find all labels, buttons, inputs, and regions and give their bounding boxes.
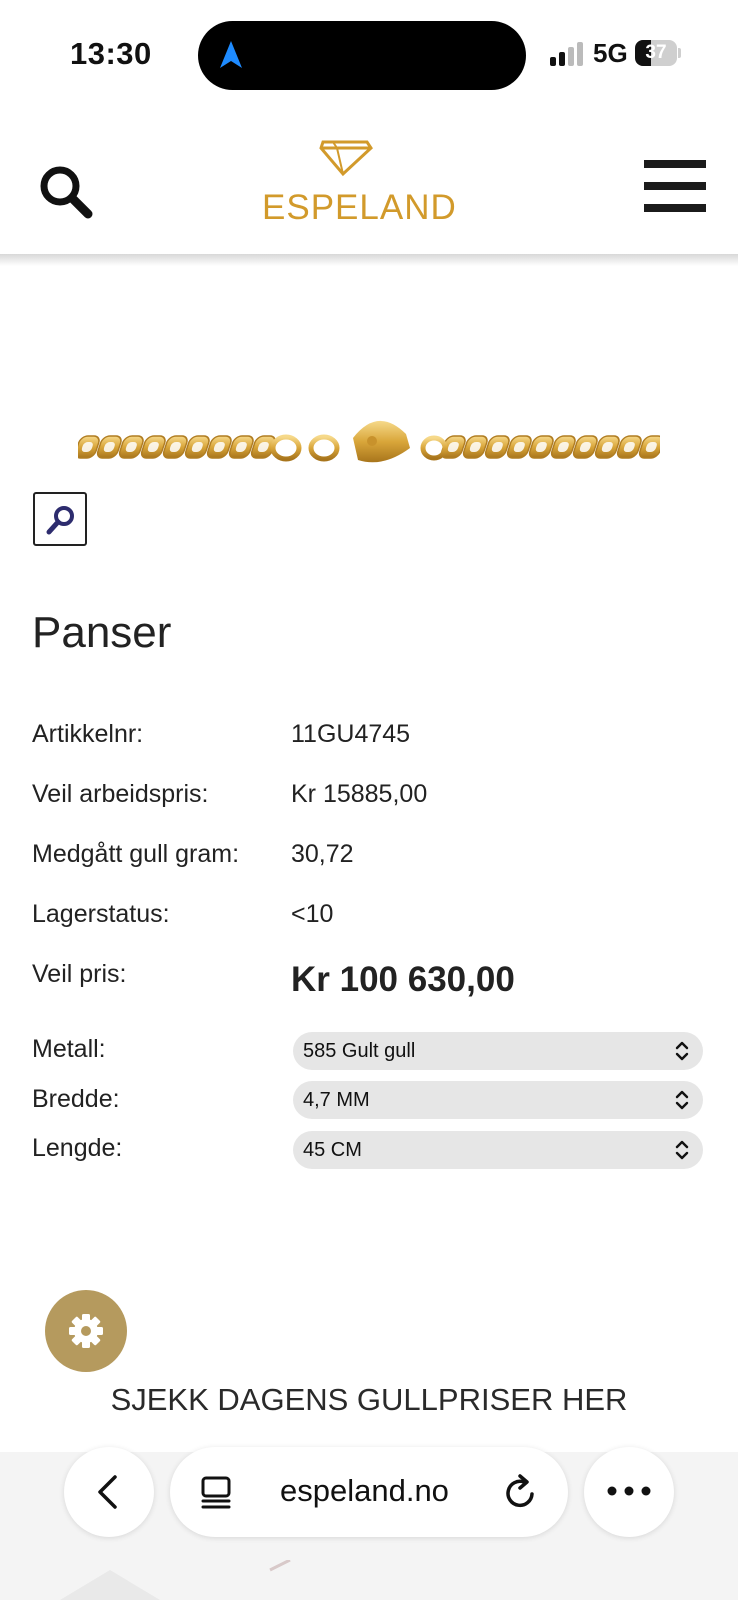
metal-selected-value: 585 Gult gull <box>303 1040 416 1062</box>
page-content-peek <box>60 1560 291 1600</box>
gold-weight-value: 30,72 <box>291 840 354 868</box>
status-bar: 13:30 5G 37 <box>0 0 738 108</box>
search-button[interactable] <box>38 164 96 222</box>
battery-level: 37 <box>645 42 667 63</box>
select-arrows-icon <box>675 1090 689 1110</box>
status-time: 13:30 <box>70 36 152 71</box>
magnifier-icon <box>46 506 74 535</box>
select-arrows-icon <box>675 1140 689 1160</box>
network-label: 5G <box>593 38 628 68</box>
settings-button[interactable] <box>45 1290 127 1372</box>
location-arrow-icon <box>220 41 242 68</box>
width-label: Bredde: <box>32 1085 120 1113</box>
tab-overview-icon <box>201 1476 231 1509</box>
length-selected-value: 45 CM <box>303 1139 362 1161</box>
zoom-button[interactable] <box>33 492 87 546</box>
width-select[interactable]: 4,7 MM <box>293 1081 703 1119</box>
address-bar[interactable]: espeland.no <box>170 1447 568 1537</box>
back-button[interactable] <box>64 1447 154 1537</box>
dynamic-island <box>198 21 526 90</box>
metal-select[interactable]: 585 Gult gull <box>293 1032 703 1070</box>
battery-icon: 37 <box>635 40 681 68</box>
width-selected-value: 4,7 MM <box>303 1089 370 1111</box>
gold-prices-link[interactable]: SJEKK DAGENS GULLPRISER HER <box>0 1382 738 1418</box>
diamond-logo-icon <box>319 140 373 177</box>
more-dots-icon <box>607 1486 651 1496</box>
price-label: Veil pris: <box>32 960 127 988</box>
more-button[interactable] <box>584 1447 674 1537</box>
signal-icon <box>550 42 586 66</box>
length-select[interactable]: 45 CM <box>293 1131 703 1169</box>
search-icon <box>40 166 93 219</box>
stock-status-value: <10 <box>291 900 334 928</box>
menu-button[interactable] <box>644 160 706 214</box>
gear-icon <box>69 1314 103 1348</box>
metal-label: Metall: <box>32 1035 106 1063</box>
espeland-logo[interactable]: ESPELAND <box>262 138 457 228</box>
header-shadow <box>0 254 738 266</box>
stock-status-label: Lagerstatus: <box>32 900 170 928</box>
reload-icon[interactable] <box>504 1474 538 1510</box>
price-value: Kr 100 630,00 <box>291 960 515 999</box>
article-number-label: Artikkelnr: <box>32 720 144 748</box>
logo-text: ESPELAND <box>262 188 457 227</box>
labor-price-value: Kr 15885,00 <box>291 780 428 808</box>
article-number-value: 11GU4745 <box>291 720 411 748</box>
chevron-left-icon <box>98 1475 117 1509</box>
product-title: Panser <box>32 608 172 657</box>
product-image <box>78 420 660 463</box>
gold-weight-label: Medgått gull gram: <box>32 840 240 868</box>
select-arrows-icon <box>675 1041 689 1061</box>
labor-price-label: Veil arbeidspris: <box>32 780 209 808</box>
length-label: Lengde: <box>32 1134 123 1162</box>
url-text: espeland.no <box>280 1473 449 1508</box>
